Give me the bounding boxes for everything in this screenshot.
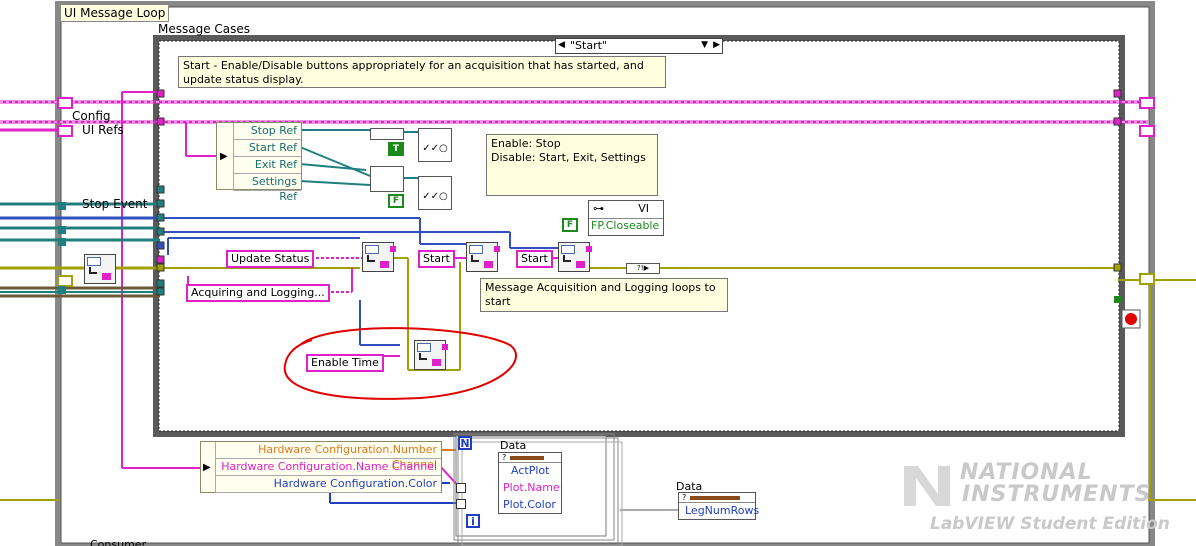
graph-property-node[interactable]: ? ActPlot Plot.Name Plot.Color bbox=[498, 452, 562, 514]
vi-class-header: ⊶ VI bbox=[589, 201, 663, 219]
true-constant[interactable]: T bbox=[388, 142, 404, 156]
unbundle-item-stop-ref: Stop Ref bbox=[233, 123, 301, 140]
build-array-icon[interactable] bbox=[370, 166, 404, 192]
case-selector[interactable]: ◀ "Start" ▼ ▶ bbox=[555, 38, 723, 54]
error-bundle-icon[interactable]: ?!▶ bbox=[626, 263, 660, 274]
enqueue-message-subvi-icon[interactable] bbox=[558, 242, 592, 272]
ui-refs-wire-label: UI Refs bbox=[82, 123, 124, 137]
fp-closeable-property: FP.Closeable bbox=[591, 219, 660, 232]
legend-class-header: ? bbox=[679, 493, 755, 503]
auto-index-tunnel bbox=[456, 483, 466, 493]
enqueue-message-subvi-icon[interactable] bbox=[362, 242, 396, 272]
message-loops-comment: Message Acquisition and Logging loops to… bbox=[480, 278, 728, 312]
unbundle-item-number-channel: Hardware Configuration.Number Channel bbox=[215, 442, 441, 471]
case-selector-value: "Start" bbox=[570, 39, 607, 52]
decrement-arrow-icon[interactable]: ◀ bbox=[558, 39, 565, 52]
enable-disable-comment: Enable: Stop Disable: Start, Exit, Setti… bbox=[486, 134, 658, 196]
dropdown-arrow-icon[interactable]: ▼ bbox=[701, 39, 708, 52]
false-constant[interactable]: F bbox=[388, 194, 404, 208]
unbundle-item-settings-ref: Settings Ref bbox=[233, 174, 301, 203]
start-constant-1[interactable]: Start bbox=[418, 250, 455, 268]
set-disabled-subvi-icon[interactable]: ✓✓○ bbox=[418, 176, 452, 210]
enable-time-constant[interactable]: Enable Time bbox=[306, 354, 384, 372]
plot-name-property: Plot.Name bbox=[503, 481, 560, 494]
closeable-false-constant[interactable]: F bbox=[562, 218, 578, 232]
unbundle-item-color: Hardware Configuration.Color bbox=[215, 476, 441, 493]
auto-index-tunnel bbox=[456, 499, 466, 509]
unbundle-item-start-ref: Start Ref bbox=[233, 140, 301, 157]
vi-property-node[interactable]: ⊶ VI FP.Closeable bbox=[588, 200, 664, 236]
build-array-icon[interactable] bbox=[370, 128, 404, 140]
plot-color-property: Plot.Color bbox=[503, 498, 556, 511]
unbundle-arrow-icon: ▶ bbox=[217, 123, 234, 189]
unbundle-arrow-icon: ▶ bbox=[201, 442, 216, 492]
set-enabled-subvi-icon[interactable]: ✓✓○ bbox=[418, 128, 452, 162]
watermark-line-2: INSTRUMENTS bbox=[962, 482, 1152, 507]
case-description-comment: Start - Enable/Disable buttons appropria… bbox=[178, 56, 666, 88]
watermark-line-3: LabVIEW Student Edition bbox=[930, 514, 1170, 534]
while-loop-label: UI Message Loop bbox=[60, 4, 170, 22]
case-structure-label: Message Cases bbox=[158, 22, 251, 36]
for-loop-index-terminal: i bbox=[466, 514, 480, 528]
start-constant-2[interactable]: Start bbox=[516, 250, 553, 268]
legnumrows-property: LegNumRows bbox=[685, 504, 760, 517]
reference-icon: ⊶ bbox=[593, 202, 604, 215]
config-wire-label: Config bbox=[72, 109, 111, 123]
ni-logo-icon bbox=[904, 466, 952, 506]
unbundle-hardware-config[interactable]: ▶ Hardware Configuration.Number Channel … bbox=[200, 441, 442, 493]
for-loop-count-terminal[interactable]: N bbox=[458, 436, 472, 450]
legend-property-node[interactable]: ? LegNumRows bbox=[678, 492, 760, 520]
unbundle-ui-refs[interactable]: ▶ Stop Ref Start Ref Exit Ref Settings R… bbox=[216, 122, 302, 203]
unbundle-item-name-channel: Hardware Configuration.Name Channel bbox=[215, 459, 441, 476]
stop-event-wire-label: Stop Event bbox=[82, 197, 148, 211]
unbundle-item-exit-ref: Exit Ref bbox=[233, 157, 301, 174]
actplot-property: ActPlot bbox=[511, 464, 550, 477]
increment-arrow-icon[interactable]: ▶ bbox=[713, 39, 720, 52]
enqueue-message-subvi-icon[interactable] bbox=[466, 242, 500, 272]
enqueue-message-subvi-icon[interactable] bbox=[414, 340, 448, 370]
graph-class-header: ? bbox=[499, 453, 561, 463]
acquiring-logging-constant[interactable]: Acquiring and Logging... bbox=[186, 284, 330, 302]
data-node-label: Data bbox=[500, 439, 527, 452]
enqueue-message-subvi-icon[interactable] bbox=[84, 254, 116, 284]
update-status-constant[interactable]: Update Status bbox=[226, 250, 315, 268]
consumer-wire-label: Consumer... bbox=[90, 538, 156, 546]
